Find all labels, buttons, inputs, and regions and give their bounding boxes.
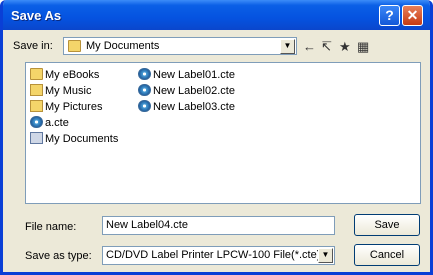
- cte-file-icon: [138, 100, 151, 112]
- close-button[interactable]: ✕: [402, 5, 423, 26]
- dialog-title: Save As: [11, 8, 62, 23]
- folder-icon: [30, 68, 43, 80]
- back-icon[interactable]: ←: [303, 39, 316, 54]
- list-item[interactable]: My Documents: [30, 131, 118, 147]
- file-name-label: File name:: [25, 221, 77, 233]
- save-as-type-combo[interactable]: CD/DVD Label Printer LPCW-100 File(*.cte…: [102, 246, 335, 265]
- pictures-folder-icon: [30, 100, 43, 112]
- list-item[interactable]: My Pictures: [30, 99, 102, 115]
- list-item[interactable]: New Label01.cte: [138, 67, 235, 83]
- new-folder-icon[interactable]: ★: [339, 39, 351, 55]
- list-item[interactable]: New Label02.cte: [138, 83, 235, 99]
- list-item[interactable]: My Music: [30, 83, 91, 99]
- save-in-combo[interactable]: My Documents ▼: [63, 37, 297, 55]
- up-folder-icon[interactable]: ↸: [321, 39, 332, 55]
- list-item[interactable]: My eBooks: [30, 67, 99, 83]
- documents-shortcut-icon: [30, 132, 43, 144]
- list-item[interactable]: a.cte: [30, 115, 69, 131]
- views-menu-icon[interactable]: ▦: [357, 39, 369, 55]
- help-button[interactable]: ?: [379, 5, 400, 26]
- cte-file-icon: [30, 116, 43, 128]
- save-as-dialog: Save As ? ✕ Save in: My Documents ▼ ← ↸ …: [0, 0, 433, 275]
- cte-file-icon: [138, 84, 151, 96]
- cte-file-icon: [138, 68, 151, 80]
- list-item[interactable]: New Label03.cte: [138, 99, 235, 115]
- cancel-button[interactable]: Cancel: [354, 244, 420, 266]
- save-as-type-value: CD/DVD Label Printer LPCW-100 File(*.cte…: [106, 249, 321, 261]
- save-in-value: My Documents: [86, 40, 160, 52]
- folder-icon: [68, 40, 81, 52]
- file-name-input[interactable]: New Label04.cte: [102, 216, 335, 235]
- save-button[interactable]: Save: [354, 214, 420, 236]
- file-list[interactable]: My eBooks My Music My Pictures a.cte My …: [25, 62, 421, 204]
- save-as-type-label: Save as type:: [25, 250, 92, 262]
- chevron-down-icon[interactable]: ▼: [318, 248, 333, 263]
- title-bar[interactable]: Save As ? ✕: [3, 0, 430, 30]
- chevron-down-icon[interactable]: ▼: [280, 39, 295, 54]
- save-in-label: Save in:: [13, 40, 53, 52]
- music-folder-icon: [30, 84, 43, 96]
